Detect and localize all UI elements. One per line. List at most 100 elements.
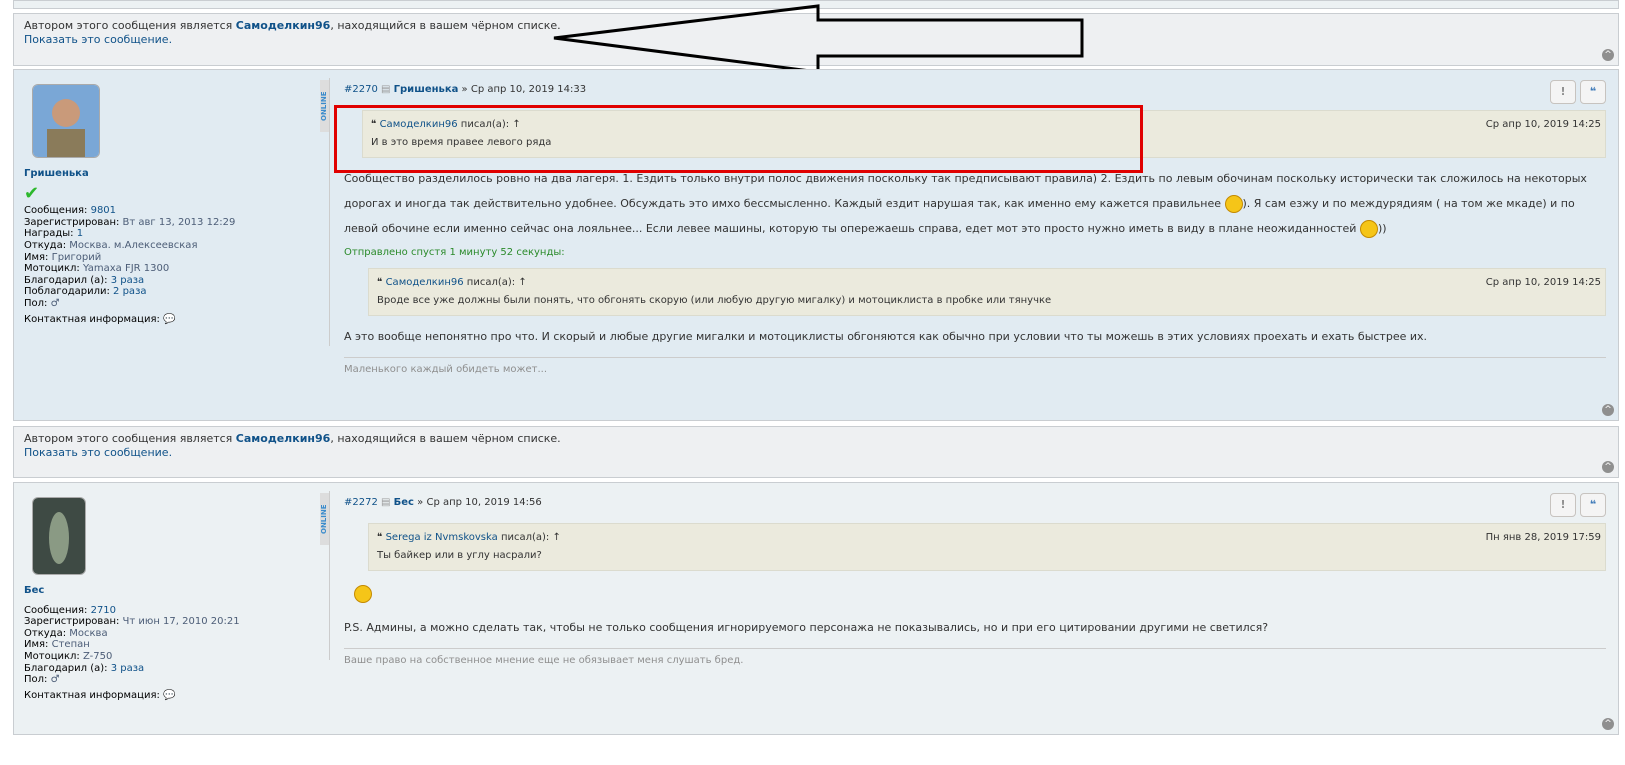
speech-bubble-icon[interactable]: 💬: [163, 314, 175, 325]
profile-value[interactable]: 1: [77, 228, 83, 239]
profile-label: Мотоцикл:: [24, 650, 80, 662]
profile-row: Пол: ♂: [24, 674, 324, 686]
profile-value: Степан: [51, 639, 90, 651]
report-button[interactable]: !: [1550, 493, 1576, 517]
profile-value: ♂: [50, 297, 60, 309]
profile-value: Григорий: [51, 251, 102, 263]
quote-date: Ср апр 10, 2019 14:25: [1485, 277, 1601, 288]
post-author-link[interactable]: Бес: [394, 497, 414, 508]
ignored-author[interactable]: Самоделкин96: [236, 19, 331, 32]
quote-block: ❝ Самоделкин96 писал(а): ↑ Ср апр 10, 20…: [368, 268, 1606, 316]
profile-label: Поблагодарили:: [24, 286, 110, 298]
back-to-top-icon[interactable]: ^: [1602, 404, 1614, 416]
profile-label: Откуда:: [24, 627, 67, 639]
ignored-author[interactable]: Самоделкин96: [236, 432, 331, 445]
contact-label: Контактная информация:: [24, 313, 160, 325]
annotation-red-box: [334, 105, 1143, 173]
contact-label: Контактная информация:: [24, 689, 160, 701]
post-author-link[interactable]: Гришенька: [394, 84, 459, 95]
smiley-icon: [1359, 220, 1378, 238]
profile-value: Z-750: [82, 650, 113, 662]
profile-value[interactable]: 3 раза: [111, 275, 144, 286]
quote-button[interactable]: ❝: [1580, 493, 1606, 517]
quote-cite: ❝ Самоделкин96 писал(а): ↑: [377, 277, 527, 288]
profile-row: Сообщения: 9801: [24, 205, 324, 217]
back-to-top-icon[interactable]: ^: [1602, 49, 1614, 61]
signature: Маленького каждый обидеть может...: [344, 357, 1606, 375]
profile-label: Имя:: [24, 639, 49, 651]
profile-label: Благодарил (а):: [24, 662, 108, 674]
quote-date: Пн янв 28, 2019 17:59: [1485, 532, 1601, 543]
post-header: #2272 ▤ Бес » Ср апр 10, 2019 14:56: [344, 497, 542, 508]
post-date: Ср апр 10, 2019 14:33: [470, 84, 587, 95]
profile-label: Откуда:: [24, 239, 67, 251]
profile-value[interactable]: 2 раза: [113, 286, 146, 297]
quote-block: ❝ Serega iz Nvmskovska писал(а): ↑ Пн ян…: [368, 523, 1606, 571]
post-icon: ▤: [381, 84, 391, 95]
ignored-message-2: Автором этого сообщения является Самодел…: [13, 426, 1619, 478]
quote-text: Вроде все уже должны были понять, что об…: [377, 295, 1052, 306]
annotation-arrow: [553, 4, 1084, 74]
checkmark-icon: ✔: [24, 182, 40, 204]
report-button[interactable]: !: [1550, 80, 1576, 104]
post-number-link[interactable]: #2272: [344, 497, 378, 508]
quote-wrote: писал(а): ↑: [463, 277, 527, 288]
show-message-link[interactable]: Показать это сообщение.: [24, 33, 172, 46]
profile-row: Поблагодарили: 2 раза: [24, 286, 324, 298]
profile-label: Имя:: [24, 251, 49, 263]
profile-row: Сообщения: 2710: [24, 605, 324, 617]
post-text: Сообщество разделилось ровно на два лаге…: [344, 166, 1606, 241]
post-body: #2272 ▤ Бес » Ср апр 10, 2019 14:56 ! ❝ ❝…: [344, 493, 1606, 666]
profile-row: Награды: 1: [24, 228, 324, 240]
post-text-part: )): [1377, 222, 1387, 235]
post-icon: ▤: [381, 497, 391, 508]
profile-label: Мотоцикл:: [24, 263, 80, 275]
quote-text: Ты байкер или в углу насрали?: [377, 550, 542, 561]
quote-date: Ср апр 10, 2019 14:25: [1485, 119, 1601, 130]
post-date: Ср апр 10, 2019 14:56: [426, 497, 542, 508]
username[interactable]: Гришенька: [24, 168, 324, 180]
avatar[interactable]: [32, 84, 100, 158]
profile-row: Зарегистрирован: Чт июн 17, 2010 20:21: [24, 616, 324, 628]
show-message-link[interactable]: Показать это сообщение.: [24, 446, 172, 459]
profile-row: Благодарил (а): 3 раза: [24, 663, 324, 675]
ignore-suffix: , находящийся в вашем чёрном списке.: [330, 432, 561, 445]
profile-label: Сообщения:: [24, 604, 88, 616]
profile-row: Мотоцикл: Z-750: [24, 651, 324, 663]
profile-label: Зарегистрирован:: [24, 216, 120, 228]
speech-bubble-icon[interactable]: 💬: [163, 690, 175, 701]
profile-label: Зарегистрирован:: [24, 616, 120, 628]
profile-value: Вт авг 13, 2013 12:29: [122, 216, 236, 228]
username[interactable]: Бес: [24, 585, 324, 597]
smiley-icon: [1224, 195, 1243, 213]
ignore-suffix: , находящийся в вашем чёрном списке.: [330, 19, 561, 32]
quote-button[interactable]: ❝: [1580, 80, 1606, 104]
quote-author-link[interactable]: Самоделкин96: [386, 277, 464, 288]
profile-value[interactable]: 2710: [91, 605, 116, 616]
profile-value: Москва. м.Алексеевская: [69, 239, 198, 251]
quote-icon: ❝: [377, 277, 383, 288]
profile-row: Имя: Степан: [24, 639, 324, 651]
avatar[interactable]: [32, 497, 86, 575]
quote-cite: ❝ Serega iz Nvmskovska писал(а): ↑: [377, 532, 561, 543]
profile-row: Благодарил (а): 3 раза: [24, 275, 324, 287]
quote-author-link[interactable]: Serega iz Nvmskovska: [386, 532, 498, 543]
profile-row: Мотоцикл: Yamaxa FJR 1300: [24, 263, 324, 275]
post-number-link[interactable]: #2270: [344, 84, 378, 95]
profile-row: Пол: ♂: [24, 298, 324, 310]
back-to-top-icon[interactable]: ^: [1602, 718, 1614, 730]
quote-wrote: писал(а): ↑: [497, 532, 561, 543]
profile-value[interactable]: 3 раза: [111, 663, 144, 674]
post-header: #2270 ▤ Гришенька » Ср апр 10, 2019 14:3…: [344, 84, 587, 95]
profile-value: Yamaxa FJR 1300: [82, 263, 170, 275]
back-to-top-icon[interactable]: ^: [1602, 461, 1614, 473]
post-buttons: ! ❝: [1546, 493, 1606, 517]
divider: [329, 491, 330, 660]
sent-later-note: Отправлено спустя 1 минуту 52 секунды:: [344, 247, 565, 258]
post-text: А это вообще непонятно про что. И скорый…: [344, 330, 1428, 343]
ignore-prefix: Автором этого сообщения является: [24, 432, 236, 445]
profile-label: Сообщения:: [24, 205, 88, 217]
user-profile: Бес Сообщения: 2710 Зарегистрирован: Чт и…: [24, 497, 324, 701]
post-text: P.S. Админы, а можно сделать так, чтобы …: [344, 621, 1269, 634]
profile-value[interactable]: 9801: [91, 205, 116, 216]
